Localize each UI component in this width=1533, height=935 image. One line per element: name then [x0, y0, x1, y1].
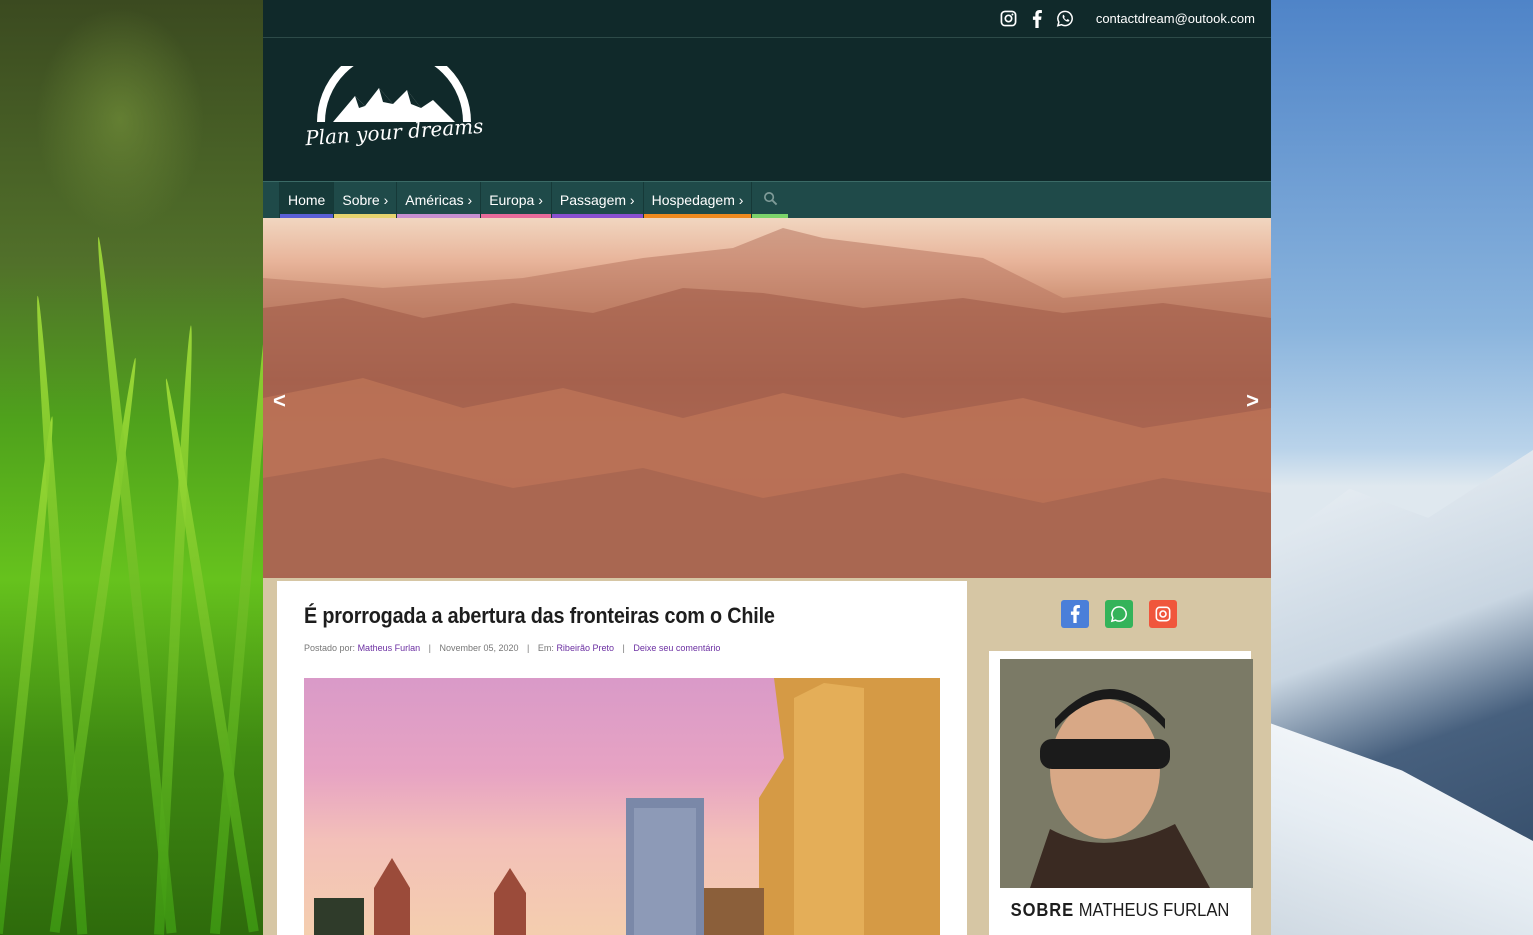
- nav-item-europa[interactable]: Europa ›: [480, 182, 551, 218]
- nav-label: Home: [288, 192, 326, 208]
- hero-slider: < >: [263, 218, 1271, 578]
- sidebar: SOBRE MATHEUS FURLAN: [979, 581, 1261, 935]
- nav-item-hospedagem[interactable]: Hospedagem ›: [642, 182, 752, 218]
- nav-item-americas[interactable]: Américas ›: [396, 182, 481, 218]
- post-date: November 05, 2020: [439, 643, 519, 653]
- nav-item-passagem[interactable]: Passagem ›: [550, 182, 643, 218]
- search-button[interactable]: [751, 182, 789, 218]
- whatsapp-icon[interactable]: [1105, 600, 1133, 628]
- nav-label: Passagem ›: [559, 192, 635, 208]
- top-bar: contactdream@outook.com: [263, 0, 1271, 38]
- nav-label: Europa ›: [489, 192, 543, 208]
- contact-email[interactable]: contactdream@outook.com: [1096, 11, 1255, 26]
- nav-item-home[interactable]: Home: [279, 182, 334, 218]
- site-header: Plan your dreams: [263, 38, 1271, 181]
- category-link[interactable]: Ribeirão Preto: [556, 643, 614, 653]
- slider-prev-button[interactable]: <: [273, 388, 286, 414]
- about-title: SOBRE MATHEUS FURLAN: [1010, 900, 1231, 921]
- post-meta: Postado por: Matheus Furlan | November 0…: [304, 643, 721, 653]
- about-title-name: MATHEUS FURLAN: [1078, 900, 1230, 920]
- nav-label: Hospedagem ›: [651, 192, 744, 208]
- left-background-grass: [0, 0, 263, 935]
- search-icon: [763, 191, 778, 209]
- author-link[interactable]: Matheus Furlan: [358, 643, 421, 653]
- post-card: É prorrogada a abertura das fronteiras c…: [277, 581, 967, 935]
- about-title-bold: SOBRE: [1010, 900, 1075, 920]
- facebook-icon[interactable]: [1028, 9, 1046, 28]
- meta-label: Postado por:: [304, 643, 356, 653]
- comment-link[interactable]: Deixe seu comentário: [633, 643, 720, 653]
- nav-label: Américas ›: [405, 192, 473, 208]
- author-photo[interactable]: [1000, 659, 1253, 888]
- post-featured-image[interactable]: [304, 678, 940, 935]
- nav-item-sobre[interactable]: Sobre ›: [333, 182, 397, 218]
- facebook-icon[interactable]: [1061, 600, 1089, 628]
- right-background-mountain: [1271, 0, 1533, 935]
- main-navigation: Home Sobre › Américas › Europa › Passage…: [263, 181, 1271, 218]
- slider-next-button[interactable]: >: [1246, 388, 1259, 414]
- whatsapp-icon[interactable]: [1056, 10, 1074, 28]
- post-title[interactable]: É prorrogada a abertura das fronteiras c…: [304, 603, 876, 629]
- site-logo[interactable]: Plan your dreams: [303, 45, 484, 166]
- instagram-icon[interactable]: [1000, 10, 1018, 28]
- site-container: contactdream@outook.com Plan your dreams…: [263, 0, 1271, 935]
- nav-label: Sobre ›: [342, 192, 389, 208]
- about-author-card: SOBRE MATHEUS FURLAN: [989, 651, 1253, 935]
- meta-label: Em:: [537, 643, 554, 653]
- instagram-icon[interactable]: [1149, 600, 1177, 628]
